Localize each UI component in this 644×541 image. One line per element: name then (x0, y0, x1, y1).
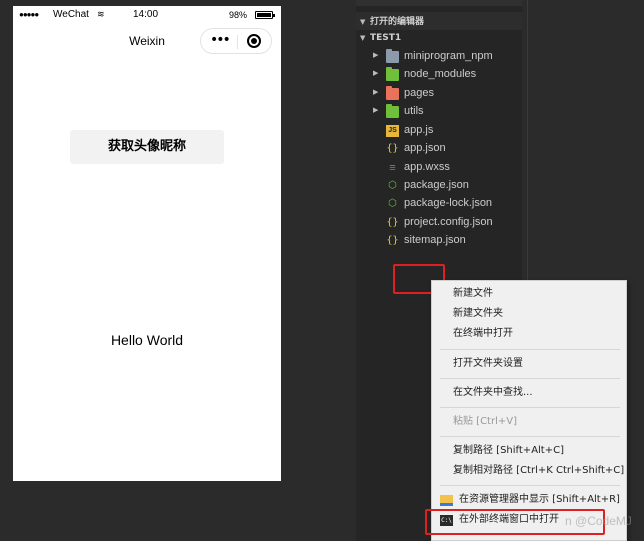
battery-level (257, 13, 271, 17)
tree-item-label: package.json (404, 179, 469, 191)
wifi-icon: ≋ (97, 9, 105, 19)
menu-item-paste: 粘贴 [Ctrl+V] (453, 416, 517, 427)
nav-bar: Weixin ••• (13, 24, 281, 58)
tree-item-label: package-lock.json (404, 197, 493, 209)
tree-item-label: node_modules (404, 68, 477, 80)
menu-capsule[interactable]: ••• (200, 28, 272, 54)
menu-item-open-in-terminal[interactable]: 在终端中打开 (432, 324, 628, 344)
chevron-down-icon: ▼ (360, 18, 366, 26)
menu-separator (440, 485, 620, 486)
tree-item-label: app.json (404, 142, 446, 154)
menu-item-copy-relative-path[interactable]: 复制相对路径 [Ctrl+K Ctrl+Shift+C] (432, 461, 628, 481)
json-file-icon: {} (386, 217, 399, 228)
get-profile-button[interactable]: 获取头像昵称 (70, 130, 224, 164)
menu-separator (440, 407, 620, 408)
file-explorer-icon (440, 495, 453, 506)
menu-item-new-file[interactable]: 新建文件 (432, 284, 628, 304)
tree-item-label: app.js (404, 124, 434, 136)
carrier-label: WeChat (53, 9, 89, 20)
folder-icon (386, 67, 399, 81)
battery-icon (255, 11, 275, 19)
menu-item-new-folder[interactable]: 新建文件夹 (432, 304, 628, 324)
menu-separator (440, 349, 620, 350)
tree-item-label: project.config.json (404, 216, 493, 228)
signal-icon: ●●●●● (19, 10, 39, 19)
explorer-top-strip (356, 0, 522, 6)
menu-item-find-in-folder[interactable]: 在文件夹中查找... (432, 383, 628, 403)
phone-simulator: ●●●●● WeChat ≋ 14:00 98% Weixin ••• 获取头像… (13, 6, 281, 481)
chevron-right-icon: ▶ (373, 52, 379, 59)
json-file-icon: {} (386, 235, 399, 246)
wxss-file-icon: ≡ (389, 162, 396, 174)
watermark: n @CodeMJ (565, 514, 632, 528)
status-time: 14:00 (133, 9, 159, 20)
folder-icon (386, 104, 399, 118)
capsule-divider (237, 35, 238, 49)
hello-text: Hello World (110, 332, 184, 348)
simulator-margin (281, 0, 356, 541)
chevron-down-icon: ▼ (360, 34, 366, 42)
tree-item-label: pages (404, 87, 434, 99)
chevron-right-icon: ▶ (373, 107, 379, 114)
package-file-icon: ⬡ (388, 180, 397, 191)
battery-percentage: 98% (229, 10, 248, 20)
menu-item-copy-path[interactable]: 复制路径 [Shift+Alt+C] (432, 441, 628, 461)
status-bar: ●●●●● WeChat ≋ 14:00 98% (13, 6, 281, 24)
tree-item-label: utils (404, 105, 424, 117)
menu-separator (440, 436, 620, 437)
package-file-icon: ⬡ (388, 198, 397, 209)
menu-separator (440, 378, 620, 379)
tree-item-label: sitemap.json (404, 234, 466, 246)
open-editors-header[interactable]: ▼ 打开的编辑器 (360, 14, 424, 32)
json-file-icon: {} (386, 143, 399, 154)
tree-item-label: app.wxss (404, 161, 450, 173)
menu-item-reveal-in-explorer[interactable]: 在资源管理器中显示 [Shift+Alt+R] (432, 490, 628, 510)
chevron-right-icon: ▶ (373, 70, 379, 77)
js-file-icon: JS (386, 125, 399, 137)
open-editors-label: 打开的编辑器 (370, 17, 425, 27)
close-target-icon[interactable] (247, 34, 261, 48)
context-menu: 新建文件 新建文件夹 在终端中打开 打开文件夹设置 在文件夹中查找... 粘贴 … (431, 280, 627, 541)
project-label: TEST1 (370, 33, 402, 43)
tree-item-label: miniprogram_npm (404, 50, 493, 62)
menu-item-label: 在资源管理器中显示 [Shift+Alt+R] (459, 494, 620, 505)
folder-icon (386, 86, 399, 100)
folder-icon (386, 49, 399, 63)
more-icon[interactable]: ••• (210, 32, 231, 48)
project-header[interactable]: ▼ TEST1 (360, 33, 401, 51)
chevron-right-icon: ▶ (373, 89, 379, 96)
menu-item-folder-settings[interactable]: 打开文件夹设置 (432, 354, 628, 374)
